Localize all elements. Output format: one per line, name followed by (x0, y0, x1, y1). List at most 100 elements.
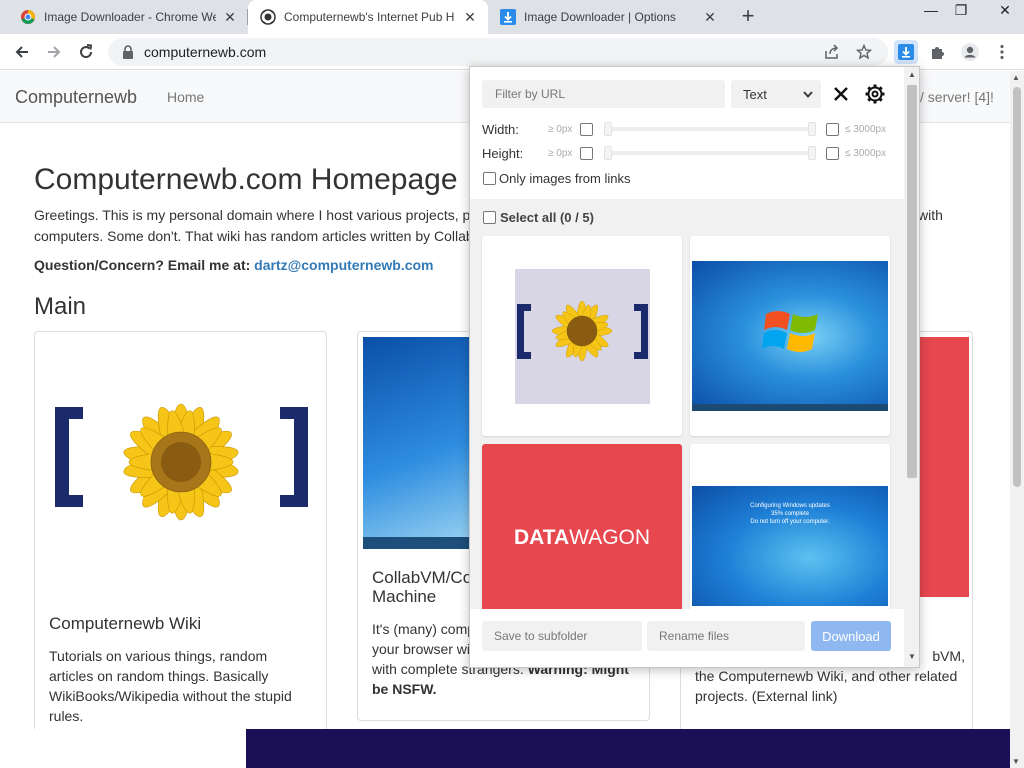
slider-track (604, 127, 816, 131)
height-min-checkbox[interactable] (580, 147, 593, 160)
download-button[interactable]: Download (811, 621, 891, 651)
card-title: Computernewb Wiki (49, 614, 202, 633)
sunflower-thumbnail (515, 269, 650, 404)
tab-image-downloader-webstore[interactable]: Image Downloader - Chrome We ✕ (8, 0, 248, 34)
filter-mode-select[interactable]: Text (731, 80, 821, 108)
restore-button[interactable]: ❐ (946, 0, 976, 22)
profile-avatar-icon[interactable] (958, 40, 982, 64)
width-range-slider[interactable] (604, 122, 816, 136)
width-min-checkbox[interactable] (580, 123, 593, 136)
sunflower-logo-image (49, 362, 314, 562)
close-icon[interactable]: ✕ (462, 9, 478, 25)
card-text-line: the Computernewb Wiki, and other related (695, 668, 958, 684)
card-text-line: WikiBooks/Wikipedia without the stupid (49, 688, 292, 704)
nav-right-link[interactable]: / server! [4]! (920, 89, 994, 105)
popup-footer: Save to subfolder Rename files Download (470, 609, 904, 667)
width-max-checkbox[interactable] (826, 123, 839, 136)
contact-label: Question/Concern? Email me at: (34, 257, 251, 273)
more-menu-icon[interactable] (990, 40, 1014, 64)
width-label: Width: (482, 122, 519, 137)
star-icon[interactable] (854, 42, 874, 62)
window-close-button[interactable]: ✕ (990, 0, 1020, 22)
popup-scrollbar-thumb[interactable] (907, 85, 917, 478)
tab-image-downloader-options[interactable]: Image Downloader | Options ✕ (488, 0, 728, 34)
image-tile-windows7[interactable] (690, 236, 890, 436)
filter-mode-value: Text (743, 86, 767, 102)
image-downloader-popup: Filter by URL Text Width: ≥ 0px ≤ 3000px… (469, 66, 920, 668)
scroll-down-icon[interactable]: ▼ (908, 652, 916, 661)
back-button[interactable] (10, 40, 34, 64)
windows-update-thumbnail: Configuring Windows updates 35% complete… (692, 486, 888, 606)
select-all-label[interactable]: Select all (0 / 5) (500, 210, 594, 225)
datawagon-bold: DATA (513, 526, 570, 549)
only-links-label[interactable]: Only images from links (499, 171, 630, 186)
height-max-checkbox[interactable] (826, 147, 839, 160)
update-text-line: Configuring Windows updates (750, 503, 830, 509)
windows-logo-icon (762, 311, 818, 352)
scroll-down-icon[interactable]: ▼ (1012, 757, 1020, 766)
popup-scrollbar[interactable]: ▲ ▼ (904, 67, 919, 667)
forward-button[interactable] (42, 40, 66, 64)
filter-url-input[interactable]: Filter by URL (482, 80, 725, 108)
contact-line: Question/Concern? Email me at: dartz@com… (34, 257, 434, 273)
tab-title: Image Downloader | Options (524, 10, 676, 24)
width-min-label: ≥ 0px (548, 124, 573, 135)
url-text: computernewb.com (144, 44, 267, 60)
scroll-up-icon[interactable]: ▲ (1012, 73, 1020, 82)
intro-line-2: computers. Some don't. That wiki has ran… (34, 228, 474, 244)
arrow-right-icon (48, 46, 61, 58)
page-scrollbar[interactable]: ▲ ▼ (1010, 71, 1024, 768)
filter-url-placeholder: Filter by URL (495, 87, 566, 101)
datawagon-light: WAGON (569, 526, 651, 549)
subfolder-input[interactable]: Save to subfolder (482, 621, 642, 651)
width-max-handle[interactable] (808, 122, 816, 136)
clear-filter-button[interactable] (830, 83, 852, 105)
close-icon[interactable]: ✕ (222, 9, 238, 25)
image-downloader-extension-button[interactable] (894, 40, 918, 64)
height-min-handle[interactable] (604, 146, 612, 160)
settings-button[interactable] (864, 83, 886, 105)
image-tile-datawagon[interactable]: DATAWAGON (482, 444, 682, 614)
download-arrow-icon (500, 9, 516, 25)
reload-button[interactable] (74, 40, 98, 64)
close-icon (834, 87, 848, 101)
card-wiki[interactable]: Computernewb Wiki Tutorials on various t… (34, 331, 327, 751)
browser-toolbar: computernewb.com (0, 34, 1024, 70)
page-scrollbar-thumb[interactable] (1013, 87, 1021, 487)
image-tile-windows-update[interactable]: Configuring Windows updates 35% complete… (690, 444, 890, 614)
windows7-thumbnail (692, 261, 888, 411)
new-tab-button[interactable]: + (736, 5, 760, 28)
close-icon[interactable]: ✕ (702, 9, 718, 25)
height-max-handle[interactable] (808, 146, 816, 160)
only-links-checkbox[interactable] (483, 172, 496, 185)
card-title-line: CollabVM/Co (372, 568, 473, 587)
minimize-button[interactable]: — (916, 0, 946, 22)
width-min-handle[interactable] (604, 122, 612, 136)
height-min-label: ≥ 0px (548, 148, 573, 159)
image-tile-sunflower[interactable] (482, 236, 682, 436)
card-title: CollabVM/Co Machine (372, 568, 472, 606)
share-icon[interactable] (822, 42, 842, 62)
nav-home-link[interactable]: Home (167, 89, 204, 105)
page-bottom-banner (246, 729, 1010, 768)
address-bar[interactable]: computernewb.com (108, 38, 888, 66)
card-text-line: rules. (49, 708, 84, 724)
tab-computernewb[interactable]: Computernewb's Internet Pub H ✕ (248, 0, 488, 34)
rename-files-input[interactable]: Rename files (647, 621, 805, 651)
scroll-up-icon[interactable]: ▲ (908, 70, 916, 79)
height-range-slider[interactable] (604, 146, 816, 160)
tab-title: Computernewb's Internet Pub H (284, 10, 455, 24)
extensions-puzzle-icon[interactable] (926, 40, 950, 64)
email-link[interactable]: dartz@computernewb.com (254, 257, 433, 273)
section-heading: Main (34, 293, 87, 320)
chrome-webstore-icon (20, 9, 36, 25)
width-max-label: ≤ 3000px (845, 124, 887, 135)
height-label: Height: (482, 146, 524, 161)
site-brand[interactable]: Computernewb (15, 87, 137, 108)
update-text: Configuring Windows updates 35% complete… (692, 502, 888, 526)
intro-line-1-tail: with (918, 207, 943, 223)
taskbar (692, 404, 888, 411)
slider-track (604, 151, 816, 155)
select-all-checkbox[interactable] (483, 211, 496, 224)
card-title-line: Machine (372, 587, 437, 606)
